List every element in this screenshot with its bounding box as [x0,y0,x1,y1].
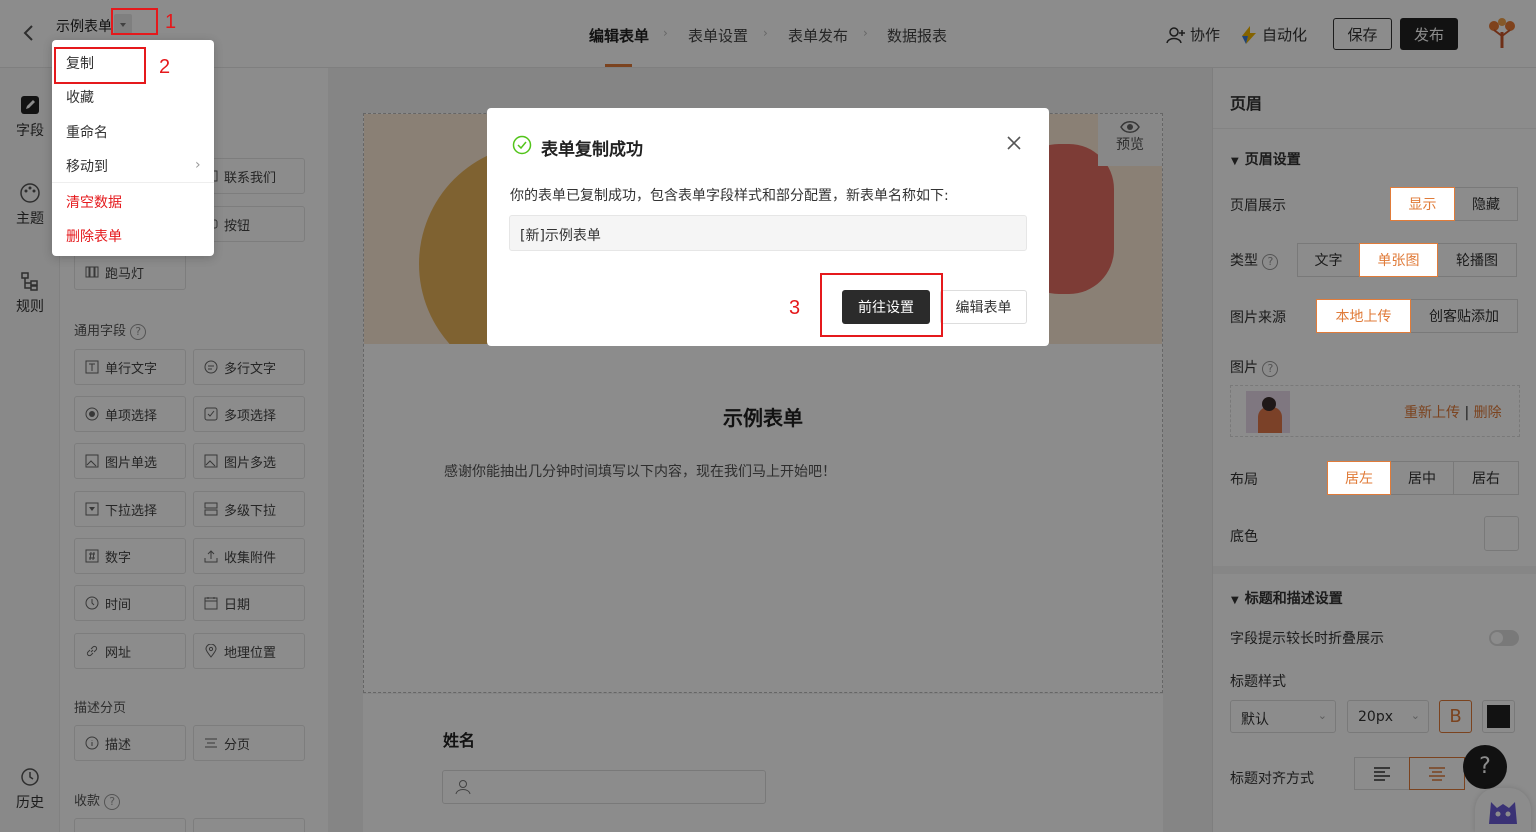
menu-item-favorite[interactable]: 收藏 [66,87,94,107]
dialog-message: 你的表单已复制成功，包含表单字段样式和部分配置，新表单名称如下: [510,188,949,204]
annotation-label-2: 2 [159,56,171,78]
option-show[interactable]: 显示 [1390,187,1455,221]
check-circle-icon [512,135,532,155]
annotation-box-2 [54,47,146,84]
annotation-label-3: 3 [789,297,801,319]
menu-item-clear-data[interactable]: 清空数据 [66,192,122,212]
new-form-name-field[interactable]: [新]示例表单 [509,215,1027,251]
annotation-box-3 [820,273,943,337]
dialog-title: 表单复制成功 [541,140,643,160]
annotation-label-1: 1 [165,11,177,33]
option-single-image[interactable]: 单张图 [1359,243,1438,277]
annotation-box-1 [111,8,158,35]
menu-divider [52,182,214,183]
menu-item-move-to[interactable]: 移动到 [66,156,108,176]
menu-item-rename[interactable]: 重命名 [66,122,108,142]
menu-item-delete-form[interactable]: 删除表单 [66,226,122,246]
option-local-upload[interactable]: 本地上传 [1316,299,1411,333]
copy-success-dialog: 表单复制成功 你的表单已复制成功，包含表单字段样式和部分配置，新表单名称如下: … [487,108,1049,346]
edit-form-button[interactable]: 编辑表单 [940,290,1027,324]
close-icon[interactable] [1005,134,1023,152]
chevron-right-icon: › [195,157,201,173]
option-left[interactable]: 居左 [1327,461,1391,495]
